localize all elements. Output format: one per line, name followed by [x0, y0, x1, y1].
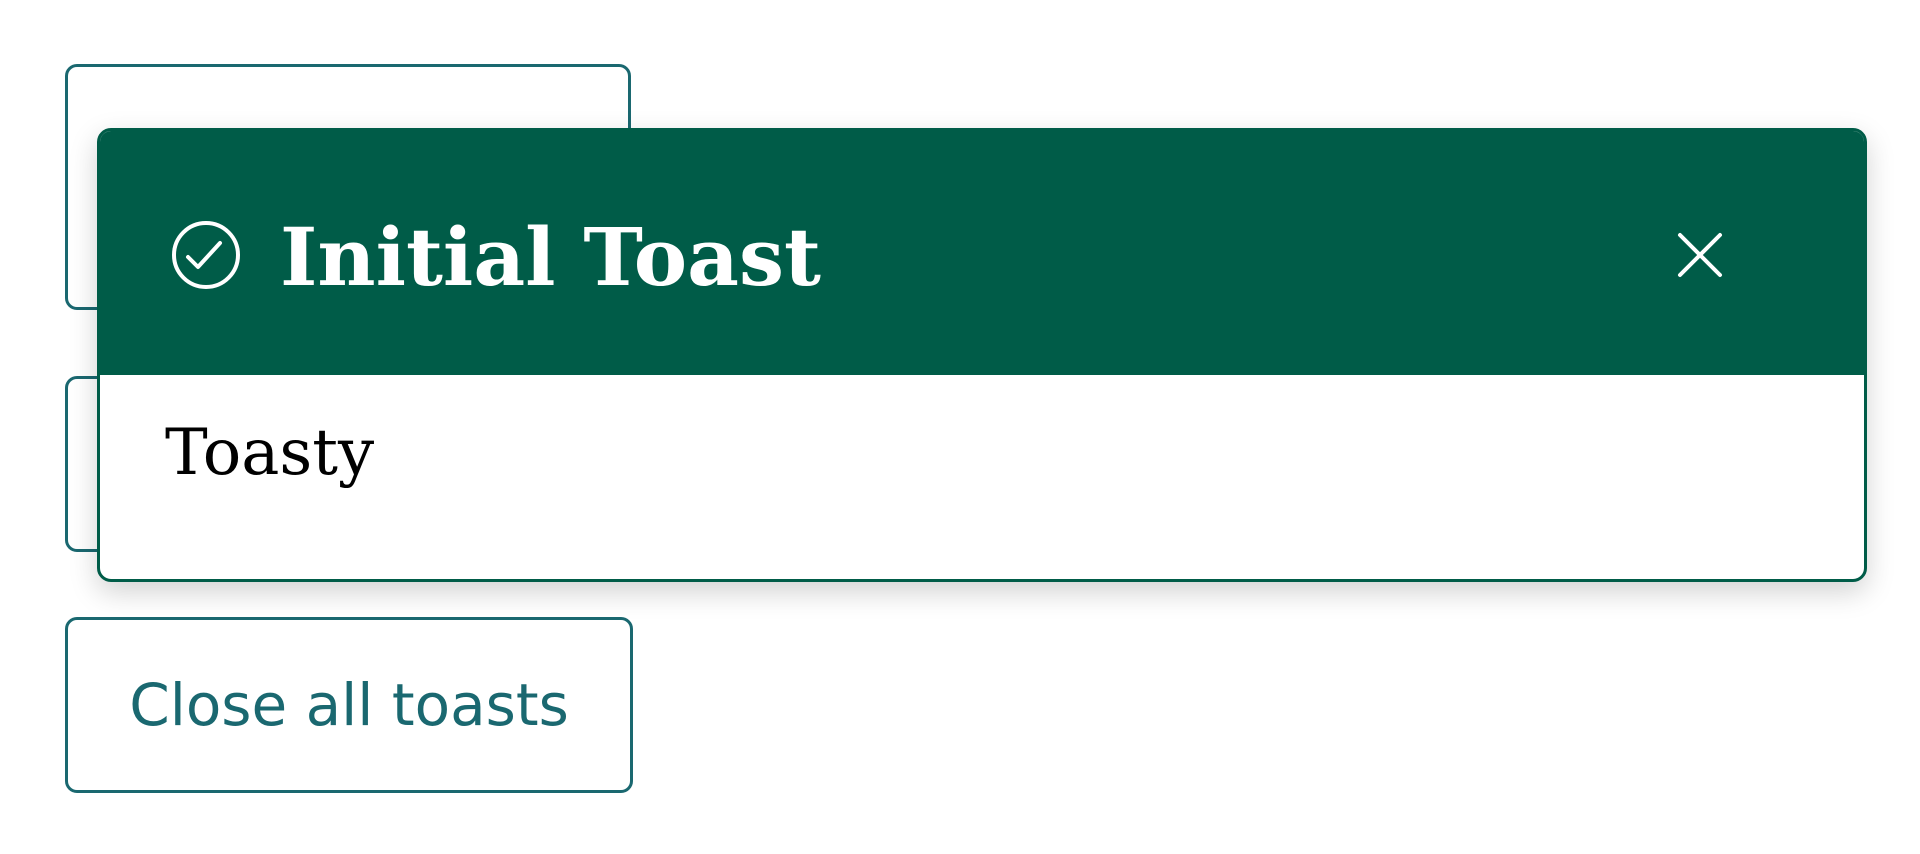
toast-header: Initial Toast — [100, 131, 1864, 375]
toast-title: Initial Toast — [280, 210, 821, 304]
close-all-toasts-button[interactable]: Close all toasts — [65, 617, 633, 793]
toast-notification: Initial Toast Toasty — [97, 128, 1867, 582]
close-icon — [1676, 233, 1724, 282]
close-all-toasts-label: Close all toasts — [129, 671, 569, 739]
check-circle-icon — [170, 219, 242, 291]
toast-message: Toasty — [165, 416, 375, 490]
toast-close-button[interactable] — [1676, 231, 1724, 279]
